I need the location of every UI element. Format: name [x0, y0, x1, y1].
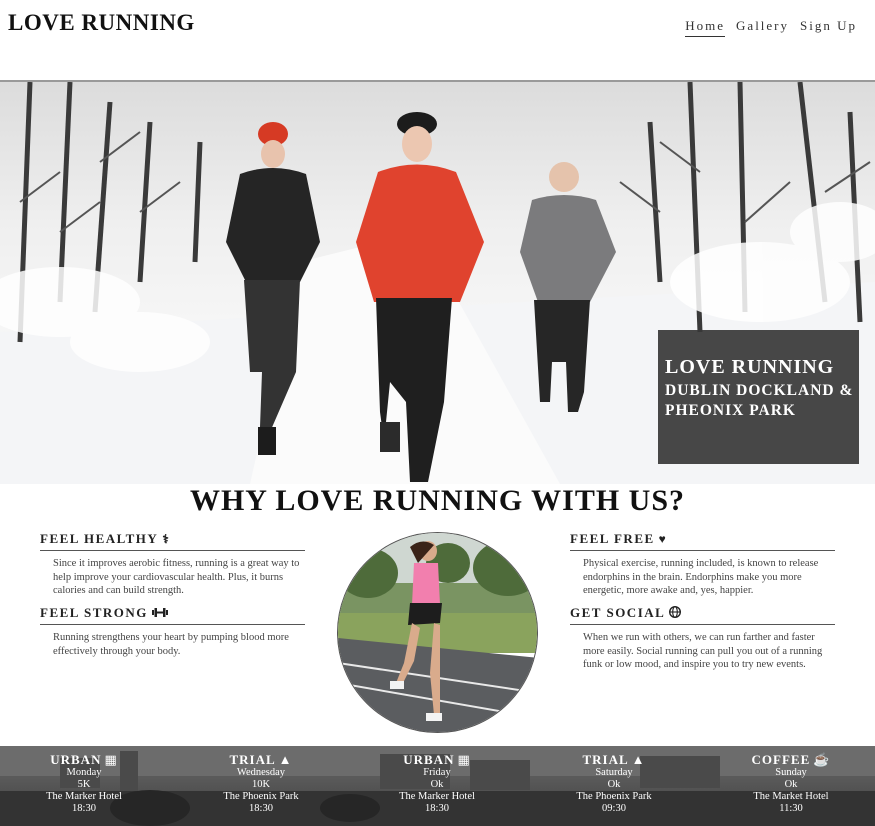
- runner-photo-circle: [337, 532, 538, 733]
- event-title: URBAN ▦: [362, 752, 512, 767]
- event-card[interactable]: COFFEE ☕ Sunday Ok The Market Hotel 11:30: [716, 752, 866, 815]
- event-location: The Phoenix Park: [576, 791, 652, 802]
- event-time: 18:30: [425, 803, 449, 814]
- event-title: TRIAL ▲: [186, 752, 336, 767]
- hero-subtitle-line2: PHEONIX PARK: [665, 402, 796, 419]
- feature-healthy-text: Since it improves aerobic fitness, runni…: [53, 558, 300, 596]
- why-section-title: WHY LOVE RUNNING WITH US?: [189, 484, 686, 517]
- hero-title: LOVE RUNNING: [665, 356, 835, 378]
- building-icon: ▦: [457, 752, 471, 767]
- nav-signup-link[interactable]: Sign Up: [800, 18, 857, 37]
- site-header: LOVE RUNNING Home Gallery Sign Up: [0, 0, 875, 80]
- event-day: Sunday: [775, 767, 807, 778]
- feature-social-text: When we run with others, we can run fart…: [583, 632, 823, 670]
- event-time: 11:30: [779, 803, 803, 814]
- feature-strong: FEEL STRONG Running strengthens your hea…: [40, 605, 305, 658]
- event-title: TRIAL: [582, 752, 629, 767]
- event-title: COFFEE: [751, 752, 811, 767]
- runner-photo: [338, 533, 537, 732]
- event-location: The Market Hotel: [753, 791, 829, 802]
- event-time: 18:30: [249, 803, 273, 814]
- tree-icon: ▲: [631, 752, 646, 767]
- hero-caption-box: LOVE RUNNING DUBLIN DOCKLAND & PHEONIX P…: [658, 330, 859, 464]
- feature-free-text: Physical exercise, running included, is …: [583, 558, 819, 596]
- feature-heading: GET SOCIAL: [570, 605, 835, 625]
- dumbbell-icon: [151, 607, 168, 620]
- event-title: URBAN: [403, 752, 455, 767]
- feature-strong-title: FEEL STRONG: [40, 605, 148, 620]
- feature-heading: FEEL STRONG: [40, 605, 305, 625]
- event-day: Saturday: [595, 767, 633, 778]
- site-logo[interactable]: LOVE RUNNING: [8, 10, 195, 36]
- event-distance: Ok: [784, 779, 798, 790]
- event-card[interactable]: TRIAL ▲ Saturday Ok The Phoenix Park 09:3…: [539, 752, 689, 815]
- main-nav: Home Gallery Sign Up: [685, 18, 857, 37]
- event-distance: Ok: [430, 779, 444, 790]
- event-card[interactable]: URBAN ▦ Monday 5K The Marker Hotel 18:30: [9, 752, 159, 815]
- feature-healthy-title: FEEL HEALTHY: [40, 531, 159, 546]
- event-title: COFFEE ☕: [716, 752, 866, 767]
- feature-free-title: FEEL FREE: [570, 531, 655, 546]
- medical-icon: ⚕: [162, 532, 171, 546]
- event-distance: 10K: [251, 779, 271, 790]
- event-distance: 5K: [77, 779, 91, 790]
- heart-icon: ♥: [658, 532, 668, 546]
- event-title: URBAN: [50, 752, 102, 767]
- feature-free: FEEL FREE ♥ Physical exercise, running in…: [570, 531, 835, 598]
- nav-home-link[interactable]: Home: [685, 18, 726, 37]
- event-card[interactable]: URBAN ▦ Friday Ok The Marker Hotel 18:30: [362, 752, 512, 815]
- event-day: Monday: [66, 767, 102, 778]
- event-card[interactable]: TRIAL ▲ Wednesday 10K The Phoenix Park 18…: [186, 752, 336, 815]
- globe-icon: [669, 605, 682, 620]
- event-time: 09:30: [602, 803, 626, 814]
- event-location: The Marker Hotel: [399, 791, 475, 802]
- event-time: 18:30: [72, 803, 96, 814]
- tree-icon: ▲: [278, 752, 293, 767]
- feature-heading: FEEL HEALTHY ⚕: [40, 531, 305, 551]
- feature-heading: FEEL FREE ♥: [570, 531, 835, 551]
- event-title: TRIAL: [229, 752, 276, 767]
- event-day: Friday: [423, 767, 451, 778]
- coffee-icon: ☕: [813, 752, 831, 767]
- feature-social-title: GET SOCIAL: [570, 605, 666, 620]
- event-location: The Phoenix Park: [223, 791, 299, 802]
- event-title: URBAN ▦: [9, 752, 159, 767]
- feature-social: GET SOCIAL When we run with others, we c…: [570, 605, 835, 672]
- event-distance: Ok: [607, 779, 621, 790]
- feature-strong-text: Running strengthens your heart by pumpin…: [53, 632, 289, 657]
- event-location: The Marker Hotel: [46, 791, 122, 802]
- feature-healthy: FEEL HEALTHY ⚕ Since it improves aerobic …: [40, 531, 305, 598]
- event-day: Wednesday: [236, 767, 286, 778]
- building-icon: ▦: [104, 752, 118, 767]
- hero-banner: LOVE RUNNING DUBLIN DOCKLAND & PHEONIX P…: [0, 82, 875, 484]
- nav-gallery-link[interactable]: Gallery: [736, 18, 789, 37]
- hero-subtitle-line1: DUBLIN DOCKLAND &: [665, 382, 854, 399]
- event-title: TRIAL ▲: [539, 752, 689, 767]
- events-strip: URBAN ▦ Monday 5K The Marker Hotel 18:30 …: [0, 746, 875, 826]
